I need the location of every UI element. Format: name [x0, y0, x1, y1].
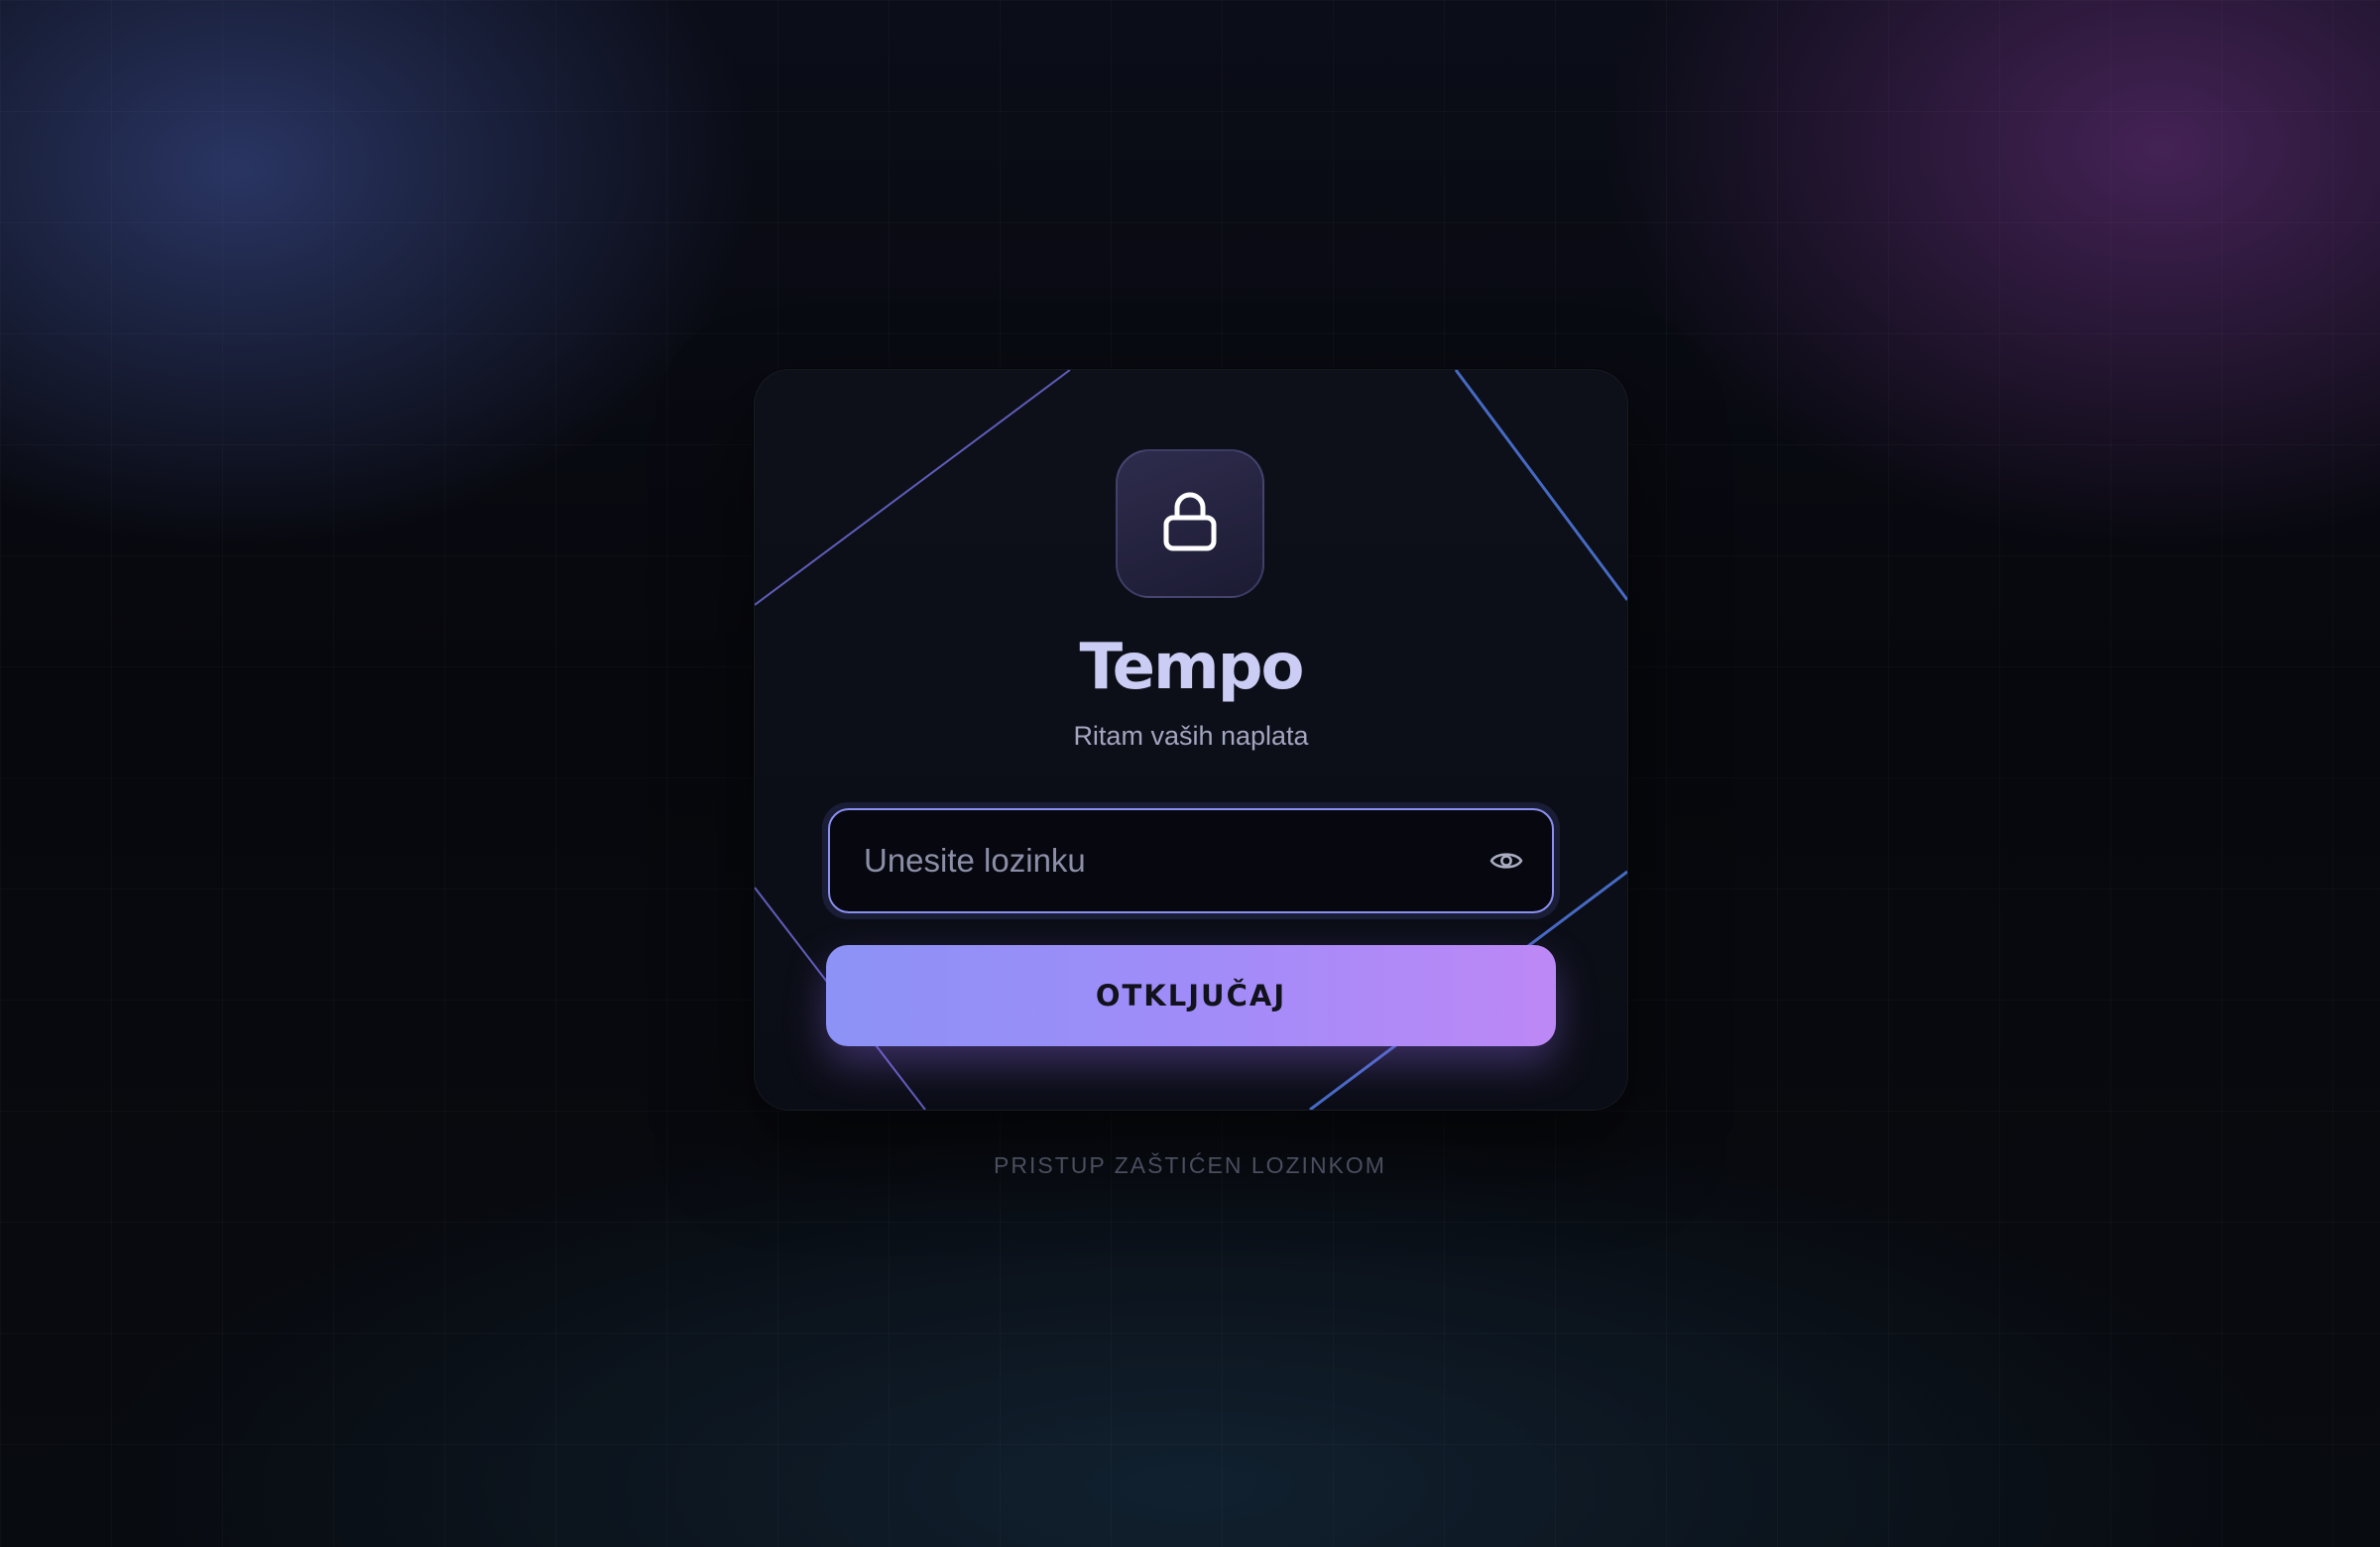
login-card: Tempo Ritam vaših naplata OTKLJUČAJ — [754, 369, 1628, 1111]
unlock-button[interactable]: OTKLJUČAJ — [826, 945, 1556, 1046]
password-field — [828, 808, 1554, 913]
app-tagline: Ritam vaših naplata — [1073, 721, 1309, 751]
eye-icon[interactable] — [1487, 841, 1526, 881]
password-field-focus-ring — [822, 802, 1560, 919]
protected-access-note: PRISTUP ZAŠTIĆEN LOZINKOM — [994, 1152, 1386, 1178]
lock-icon — [1161, 491, 1219, 557]
app-title: Tempo — [1079, 631, 1304, 704]
lock-badge — [1116, 449, 1264, 598]
password-input[interactable] — [864, 810, 1459, 911]
